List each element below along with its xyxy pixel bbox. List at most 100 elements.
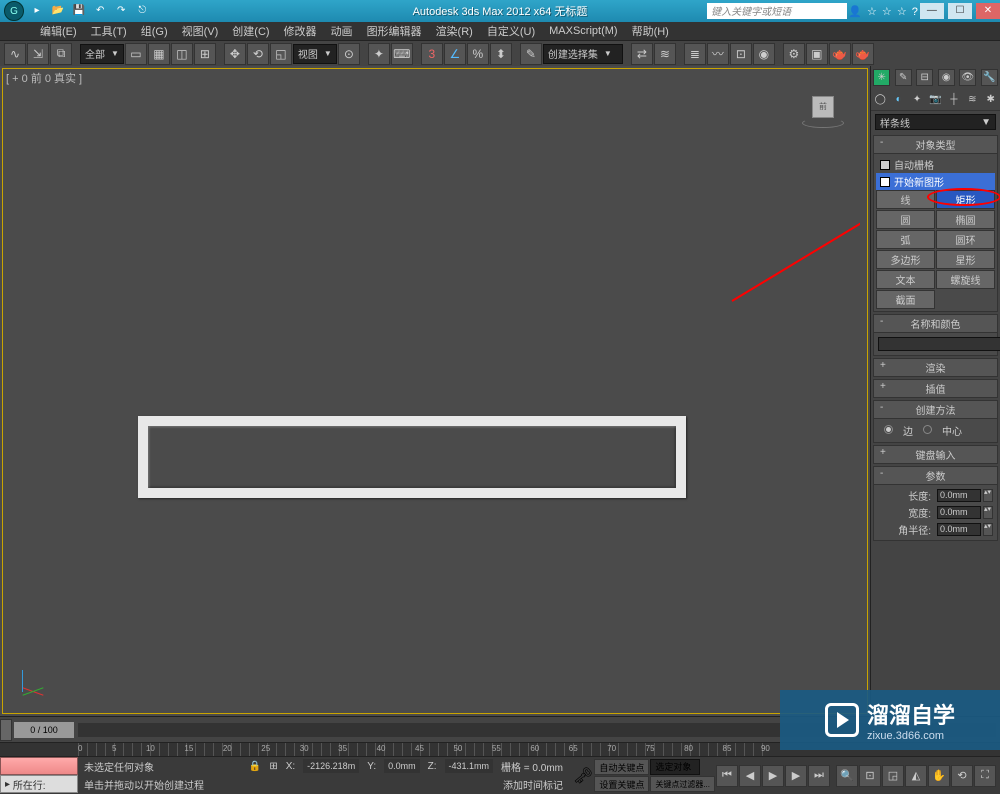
menu-view[interactable]: 视图(V) bbox=[182, 23, 219, 39]
align-icon[interactable]: ≋ bbox=[654, 43, 676, 65]
layers-icon[interactable]: ≣ bbox=[684, 43, 706, 65]
key-filters-button[interactable]: 关键点过滤器... bbox=[650, 776, 715, 792]
center-radio[interactable] bbox=[923, 425, 932, 437]
save-icon[interactable]: 💾 bbox=[70, 2, 88, 20]
helpers-cat-icon[interactable]: ┼ bbox=[946, 92, 961, 107]
render-setup-icon[interactable]: ⚙ bbox=[783, 43, 805, 65]
menu-edit[interactable]: 编辑(E) bbox=[40, 23, 77, 39]
angle-snap-icon[interactable]: ∠ bbox=[444, 43, 466, 65]
frame-indicator[interactable]: 0 / 100 bbox=[14, 722, 74, 738]
arc-button[interactable]: 弧 bbox=[876, 230, 935, 249]
drawn-rectangle-shape[interactable] bbox=[138, 416, 686, 498]
y-coord-input[interactable]: 0.0mm bbox=[384, 759, 420, 773]
curve-editor-icon[interactable]: 〰 bbox=[707, 43, 729, 65]
manip-icon[interactable]: ✦ bbox=[368, 43, 390, 65]
hierarchy-tab-icon[interactable]: ⊟ bbox=[916, 69, 933, 86]
maximize-button[interactable]: ☐ bbox=[948, 3, 972, 19]
key-icon[interactable]: 🗝 bbox=[573, 766, 593, 786]
open-icon[interactable]: 📂 bbox=[49, 2, 67, 20]
rectangle-button[interactable]: 矩形 bbox=[936, 190, 995, 209]
menu-grapheditors[interactable]: 图形编辑器 bbox=[367, 23, 422, 39]
help-icon[interactable]: ? bbox=[912, 6, 918, 18]
geometry-cat-icon[interactable]: ◯ bbox=[873, 92, 888, 107]
interpolation-rollout-header[interactable]: +插值 bbox=[873, 379, 998, 398]
autokey-button[interactable]: 自动关键点 bbox=[594, 759, 649, 775]
shapes-cat-icon[interactable]: ◐ bbox=[891, 92, 906, 107]
lights-cat-icon[interactable]: ✦ bbox=[910, 92, 925, 107]
mirror-icon[interactable]: ⇄ bbox=[631, 43, 653, 65]
name-color-rollout-header[interactable]: -名称和颜色 bbox=[873, 314, 998, 333]
pivot-icon[interactable]: ⊙ bbox=[338, 43, 360, 65]
rotate-icon[interactable]: ⟲ bbox=[247, 43, 269, 65]
editnamed-icon[interactable]: ✎ bbox=[520, 43, 542, 65]
menu-customize[interactable]: 自定义(U) bbox=[487, 23, 535, 39]
start-new-shape-checkbox[interactable]: ✓开始新图形 bbox=[876, 173, 995, 190]
fav3-icon[interactable]: ☆ bbox=[897, 6, 907, 18]
render-frame-icon[interactable]: ▣ bbox=[806, 43, 828, 65]
keymode-icon[interactable]: ⌨ bbox=[391, 43, 413, 65]
menu-modifiers[interactable]: 修改器 bbox=[284, 23, 317, 39]
cameras-cat-icon[interactable]: 📷 bbox=[928, 92, 943, 107]
close-button[interactable]: ✕ bbox=[976, 3, 1000, 19]
text-button[interactable]: 文本 bbox=[876, 270, 935, 289]
viewport[interactable]: [ + 0 前 0 真实 ] 前 bbox=[0, 66, 870, 716]
render-rollout-header[interactable]: +渲染 bbox=[873, 358, 998, 377]
star-button[interactable]: 星形 bbox=[936, 250, 995, 269]
selection-filter-dropdown[interactable]: 全部▼ bbox=[80, 44, 124, 64]
spinner-snap-icon[interactable]: ⬍ bbox=[490, 43, 512, 65]
space-warps-cat-icon[interactable]: ≋ bbox=[965, 92, 980, 107]
modify-tab-icon[interactable]: ✎ bbox=[895, 69, 912, 86]
corner-spinner[interactable]: ▴▾ bbox=[983, 523, 993, 536]
line-button[interactable]: 线 bbox=[876, 190, 935, 209]
new-icon[interactable]: ▸ bbox=[28, 2, 46, 20]
circle-button[interactable]: 圆 bbox=[876, 210, 935, 229]
signin-icon[interactable]: 👤 bbox=[848, 6, 862, 18]
viewport-label[interactable]: [ + 0 前 0 真实 ] bbox=[6, 70, 82, 86]
next-frame-icon[interactable]: ▶ bbox=[785, 765, 807, 787]
utilities-tab-icon[interactable]: 🔧 bbox=[981, 69, 998, 86]
donut-button[interactable]: 圆环 bbox=[936, 230, 995, 249]
ngon-button[interactable]: 多边形 bbox=[876, 250, 935, 269]
minimize-button[interactable]: — bbox=[920, 3, 944, 19]
object-name-input[interactable] bbox=[878, 337, 1000, 351]
view-cube[interactable]: 前 bbox=[806, 94, 840, 128]
schematic-icon[interactable]: ⊡ bbox=[730, 43, 752, 65]
zoom-all-icon[interactable]: ⊡ bbox=[859, 765, 881, 787]
edge-radio[interactable] bbox=[884, 425, 893, 437]
width-spinner[interactable]: ▴▾ bbox=[983, 506, 993, 519]
orbit-icon[interactable]: ⟲ bbox=[951, 765, 973, 787]
motion-tab-icon[interactable]: ◉ bbox=[938, 69, 955, 86]
z-coord-input[interactable]: -431.1mm bbox=[445, 759, 494, 773]
select-icon[interactable]: ▭ bbox=[125, 43, 147, 65]
add-time-tag[interactable]: 添加时间标记 bbox=[503, 777, 563, 792]
menu-rendering[interactable]: 渲染(R) bbox=[436, 23, 473, 39]
play-icon[interactable]: ▶ bbox=[762, 765, 784, 787]
maximize-viewport-icon[interactable]: ⛶ bbox=[974, 765, 996, 787]
systems-cat-icon[interactable]: ✱ bbox=[983, 92, 998, 107]
undo-icon[interactable]: ↶ bbox=[91, 2, 109, 20]
parameters-rollout-header[interactable]: -参数 bbox=[873, 466, 998, 485]
menu-create[interactable]: 创建(C) bbox=[232, 23, 269, 39]
display-tab-icon[interactable]: 👁 bbox=[959, 69, 976, 86]
menu-tools[interactable]: 工具(T) bbox=[91, 23, 127, 39]
fav-icon[interactable]: ☆ bbox=[867, 6, 877, 18]
zoom-icon[interactable]: 🔍 bbox=[836, 765, 858, 787]
pan-icon[interactable]: ✋ bbox=[928, 765, 950, 787]
goto-end-icon[interactable]: ⏭ bbox=[808, 765, 830, 787]
select-name-icon[interactable]: ▦ bbox=[148, 43, 170, 65]
helix-button[interactable]: 螺旋线 bbox=[936, 270, 995, 289]
fov-icon[interactable]: ◭ bbox=[905, 765, 927, 787]
move-icon[interactable]: ✥ bbox=[224, 43, 246, 65]
menu-maxscript[interactable]: MAXScript(M) bbox=[549, 25, 617, 37]
window-crossing-icon[interactable]: ⊞ bbox=[194, 43, 216, 65]
x-coord-input[interactable]: -2126.218m bbox=[303, 759, 359, 773]
key-selset-dropdown[interactable]: 选定对象 bbox=[650, 759, 700, 775]
bind-tool-icon[interactable]: ⧉ bbox=[50, 43, 72, 65]
named-selset-dropdown[interactable]: 创建选择集▼ bbox=[543, 44, 623, 64]
setkey-button[interactable]: 设置关键点 bbox=[594, 776, 649, 792]
maxscript-mini-listener[interactable] bbox=[0, 757, 78, 775]
app-logo-icon[interactable]: G bbox=[4, 1, 24, 21]
keyboard-entry-rollout-header[interactable]: +键盘输入 bbox=[873, 445, 998, 464]
snap-icon[interactable]: 3 bbox=[421, 43, 443, 65]
ellipse-button[interactable]: 椭圆 bbox=[936, 210, 995, 229]
